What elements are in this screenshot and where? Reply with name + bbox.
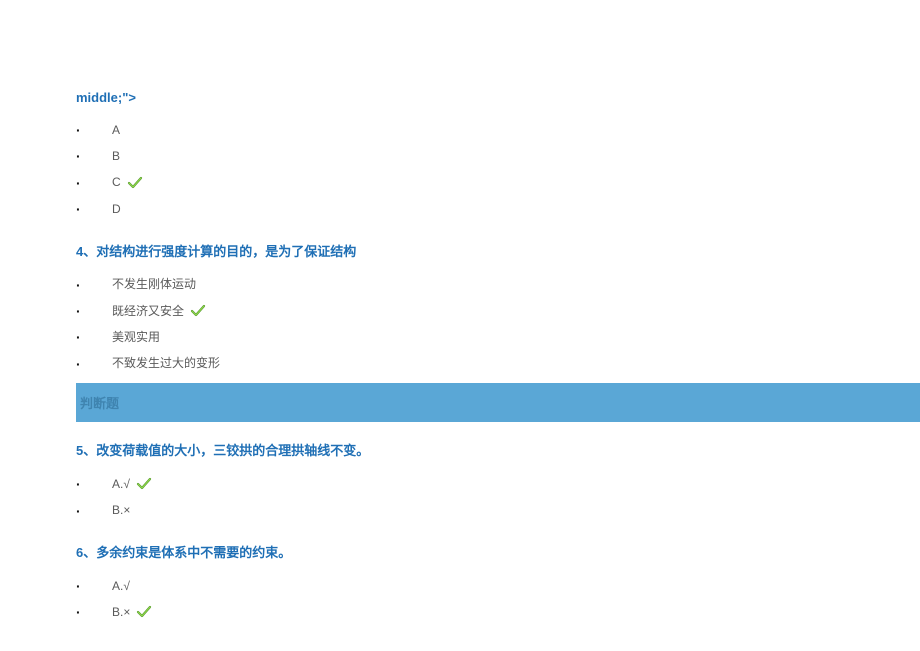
check-icon	[190, 304, 206, 318]
q4-options: · 不发生刚体运动 · 既经济又安全 · 美观实用 · 不致发生过大的变形	[76, 272, 844, 378]
list-item: · C	[76, 170, 844, 196]
bullet-icon: ·	[76, 198, 82, 220]
list-item: · A.√	[76, 471, 844, 497]
list-item: · 不致发生过大的变形	[76, 351, 844, 377]
check-icon	[127, 176, 143, 190]
option-text: A.√	[112, 475, 130, 494]
q5-options: · A.√ · B.×	[76, 471, 844, 524]
check-icon	[136, 605, 152, 619]
bullet-icon: ·	[76, 601, 82, 623]
bullet-icon: ·	[76, 500, 82, 522]
option-text: 美观实用	[112, 328, 160, 347]
list-item: · D	[76, 196, 844, 222]
list-item: · 不发生刚体运动	[76, 272, 844, 298]
bullet-icon: ·	[76, 326, 82, 348]
section-header: 判断题	[76, 383, 920, 422]
check-icon	[136, 477, 152, 491]
option-text: 不致发生过大的变形	[112, 354, 220, 373]
option-text: A.√	[112, 577, 130, 596]
option-text: D	[112, 200, 121, 219]
bullet-icon: ·	[76, 575, 82, 597]
bullet-icon: ·	[76, 300, 82, 322]
bullet-icon: ·	[76, 119, 82, 141]
list-item: · B.×	[76, 599, 844, 625]
list-item: · B.×	[76, 498, 844, 524]
list-item: · A	[76, 117, 844, 143]
list-item: · B	[76, 143, 844, 169]
list-item: · 既经济又安全	[76, 298, 844, 324]
bullet-icon: ·	[76, 353, 82, 375]
q3-options: · A · B · C · D	[76, 117, 844, 223]
html-fragment-header: middle;">	[76, 90, 844, 105]
page-content: middle;"> · A · B · C · D 4、对结构进行强度计算的目的…	[0, 0, 920, 646]
bullet-icon: ·	[76, 145, 82, 167]
q4-title: 4、对结构进行强度计算的目的，是为了保证结构	[76, 241, 844, 260]
bullet-icon: ·	[76, 473, 82, 495]
option-text: C	[112, 173, 121, 192]
q5-title: 5、改变荷载值的大小，三铰拱的合理拱轴线不变。	[76, 440, 844, 459]
option-text: B.×	[112, 603, 130, 622]
option-text: 不发生刚体运动	[112, 275, 196, 294]
q6-options: · A.√ · B.×	[76, 573, 844, 626]
bullet-icon: ·	[76, 274, 82, 296]
q6-title: 6、多余约束是体系中不需要的约束。	[76, 542, 844, 561]
option-text: B	[112, 147, 120, 166]
option-text: B.×	[112, 501, 130, 520]
list-item: · 美观实用	[76, 324, 844, 350]
list-item: · A.√	[76, 573, 844, 599]
option-text: A	[112, 121, 120, 140]
option-text: 既经济又安全	[112, 302, 184, 321]
bullet-icon: ·	[76, 172, 82, 194]
